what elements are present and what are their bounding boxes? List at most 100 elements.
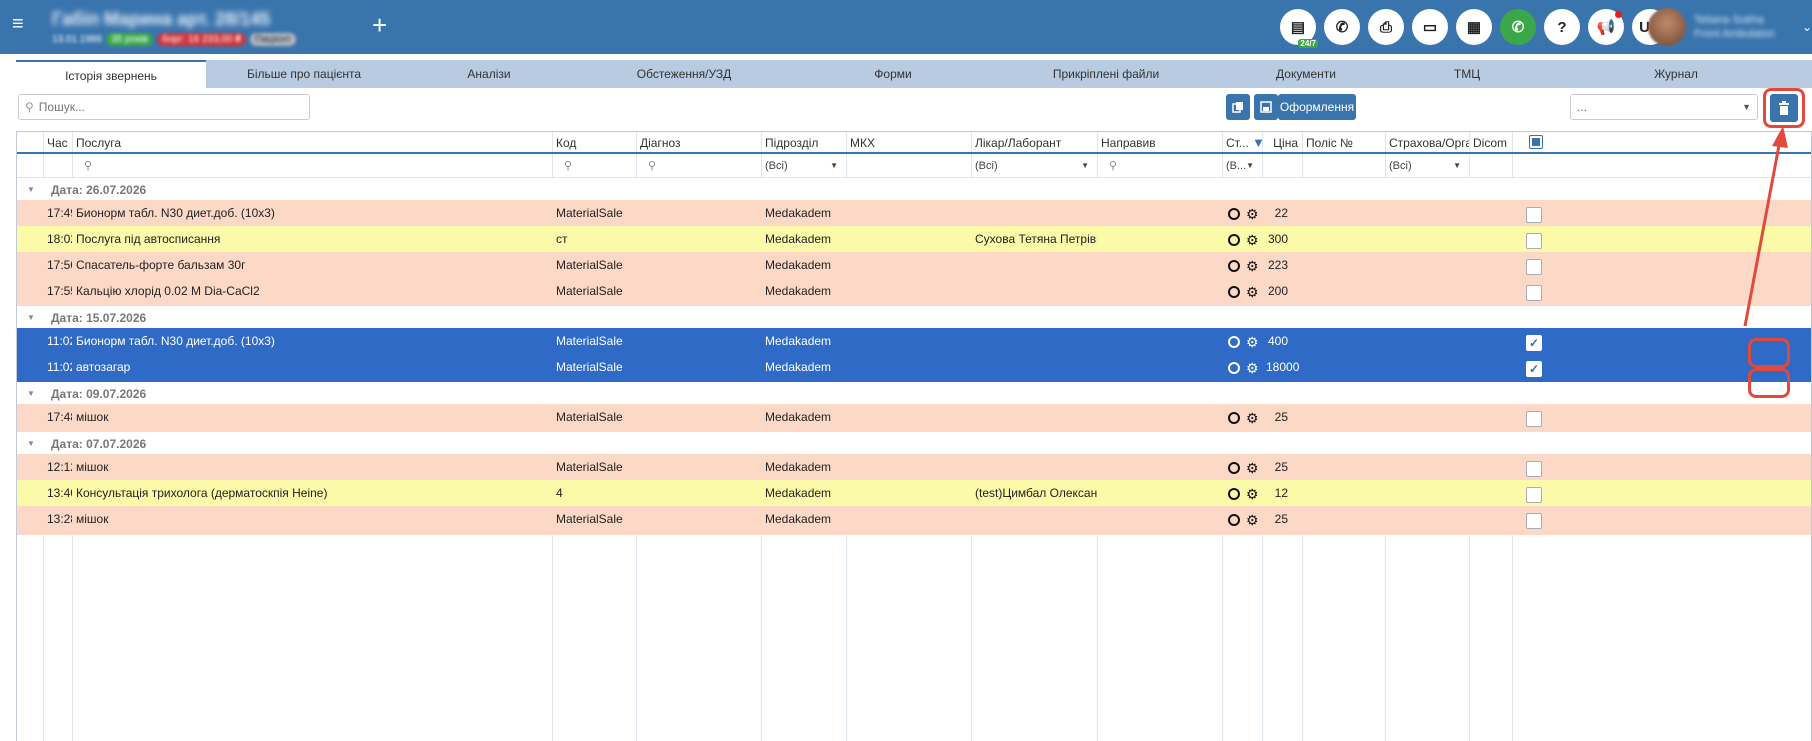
collapse-caret-icon[interactable]: ▼ [27,382,35,406]
gear-icon[interactable]: ⚙ [1246,461,1259,475]
user-role: Front Ambulatori [1694,28,1775,40]
date-group-header[interactable]: ▼ Дата: 09.07.2026 [17,382,1811,406]
table-row[interactable]: 11:02 автозагар MaterialSale Medakadem 18000… [17,354,1811,384]
tab-1[interactable]: Більше про пацієнта [206,60,402,88]
chat-24-7-icon[interactable]: ▤ 24/7 [1280,9,1318,48]
search-box[interactable]: ⚲ [18,94,310,120]
collapse-caret-icon[interactable]: ▼ [27,178,35,202]
gear-icon[interactable]: ⚙ [1246,513,1259,527]
header-referrer[interactable]: Направив [1097,132,1222,152]
gear-icon[interactable]: ⚙ [1246,233,1259,247]
row-checkbox[interactable] [1526,233,1542,249]
collapse-caret-icon[interactable]: ▼ [27,306,35,330]
status-circle-icon[interactable] [1228,462,1240,474]
collapse-caret-icon[interactable]: ▼ [27,432,35,456]
tab-3[interactable]: Обстеження/УЗД [576,60,792,88]
filter-icon[interactable]: ▼ [1248,132,1265,152]
cell-price: 22 [1274,206,1288,220]
row-checkbox[interactable] [1526,411,1542,427]
status-circle-icon[interactable] [1228,514,1240,526]
header-policy[interactable]: Поліс № [1302,132,1385,152]
tab-0[interactable]: Історія звернень [16,60,206,88]
header-service[interactable]: Послуга [72,132,552,152]
tab-bar: Історія звернень Більше про пацієнта Аналі… [16,60,1812,88]
card-icon[interactable]: ▭ [1412,9,1448,45]
filter-diagnosis-input[interactable]: ⚲ [636,154,761,177]
header-doctor[interactable]: Лікар/Лаборант [971,132,1097,152]
header-dicom[interactable]: Dicom [1469,132,1512,152]
phone-disabled-icon[interactable]: ✆ [1324,9,1360,45]
cell-dept: Medakadem [765,334,832,348]
tab-6[interactable]: Документи [1218,60,1394,88]
filter-status-select[interactable]: (В... ▼ [1222,154,1262,177]
status-circle-icon[interactable] [1228,412,1240,424]
megaphone-icon[interactable]: 📢 [1588,9,1624,45]
filter-dept-select[interactable]: (Всі) ▼ [761,154,846,177]
gear-icon[interactable]: ⚙ [1246,335,1259,349]
header-dept[interactable]: Підрозділ [761,132,846,152]
search-input[interactable] [38,100,289,114]
header-mkh[interactable]: МКХ [846,132,971,152]
filter-doctor-select[interactable]: (Всі) ▼ [971,154,1097,177]
pdf-icon[interactable]: ⎙ [1368,9,1404,45]
avatar [1648,8,1686,46]
row-checkbox[interactable] [1526,487,1542,503]
status-circle-icon[interactable] [1228,336,1240,348]
row-checkbox[interactable] [1526,461,1542,477]
phone-icon[interactable]: ✆ [1500,9,1536,45]
status-circle-icon[interactable] [1228,362,1240,374]
oformlennia-button[interactable]: Оформлення [1278,94,1356,120]
tab-4[interactable]: Форми [792,60,994,88]
header-price[interactable]: Ціна [1262,132,1302,152]
header-diagnosis[interactable]: Діагноз [636,132,761,152]
status-circle-icon[interactable] [1228,260,1240,272]
tab-5[interactable]: Прикріплені файли [994,60,1218,88]
menu-icon[interactable]: ≡ [12,14,32,34]
filter-referrer-input[interactable]: ⚲ [1097,154,1222,177]
row-checkbox[interactable] [1526,207,1542,223]
patient-info[interactable]: Габіп Марина арт. 28/145 13.01.1986 35 р… [52,9,296,46]
gear-icon[interactable]: ⚙ [1246,487,1259,501]
gear-icon[interactable]: ⚙ [1246,207,1259,221]
gear-icon[interactable]: ⚙ [1246,361,1259,375]
action-select[interactable]: ... ▼ [1570,94,1758,120]
status-circle-icon[interactable] [1228,234,1240,246]
header-code[interactable]: Код [552,132,636,152]
chevron-down-icon[interactable]: ⌄ [1802,20,1812,34]
gear-icon[interactable]: ⚙ [1246,411,1259,425]
cell-code: MaterialSale [556,206,623,220]
help-icon[interactable]: ? [1544,9,1580,45]
status-circle-icon[interactable] [1228,286,1240,298]
save-button[interactable] [1254,94,1278,120]
cell-service: Послуга під автосписання [76,232,221,246]
gear-icon[interactable]: ⚙ [1246,259,1259,273]
date-group-header[interactable]: ▼ Дата: 15.07.2026 [17,306,1811,330]
gear-icon[interactable]: ⚙ [1246,285,1259,299]
date-group-header[interactable]: ▼ Дата: 26.07.2026 [17,178,1811,202]
status-circle-icon[interactable] [1228,488,1240,500]
user-menu[interactable]: Tetiana Sukha Front Ambulatori ⌄ [1648,8,1812,46]
tab-7[interactable]: ТМЦ [1394,60,1540,88]
tab-8[interactable]: Журнал [1540,60,1812,88]
table-row[interactable]: 17:48 мішок MaterialSale Medakadem 25 ⚙ [17,404,1811,434]
table-row[interactable]: 17:55 Кальцію хлорід 0.02 M Dia-CaCl2 Mate… [17,278,1811,308]
add-icon[interactable]: + [372,12,387,38]
copy-button[interactable] [1226,94,1250,120]
row-checkbox[interactable]: ✓ [1526,361,1542,377]
filter-service-input[interactable]: ⚲ [72,154,552,177]
row-checkbox[interactable] [1526,513,1542,529]
date-group-header[interactable]: ▼ Дата: 07.07.2026 [17,432,1811,456]
tab-2[interactable]: Аналізи [402,60,576,88]
filter-code-input[interactable]: ⚲ [552,154,636,177]
row-checkbox[interactable] [1526,259,1542,275]
row-checkbox[interactable]: ✓ [1526,335,1542,351]
header-insurer[interactable]: Страхова/Орга... [1385,132,1469,152]
status-circle-icon[interactable] [1228,208,1240,220]
header-time[interactable]: Час [43,132,72,152]
select-all-checkbox[interactable] [1529,135,1543,149]
filter-insurer-select[interactable]: (Всі) ▼ [1385,154,1469,177]
delete-button[interactable] [1770,94,1798,122]
row-checkbox[interactable] [1526,285,1542,301]
table-row[interactable]: 13:28 мішок MaterialSale Medakadem 25 ⚙ [17,506,1811,536]
calculator-icon[interactable]: ▦ [1456,9,1492,45]
